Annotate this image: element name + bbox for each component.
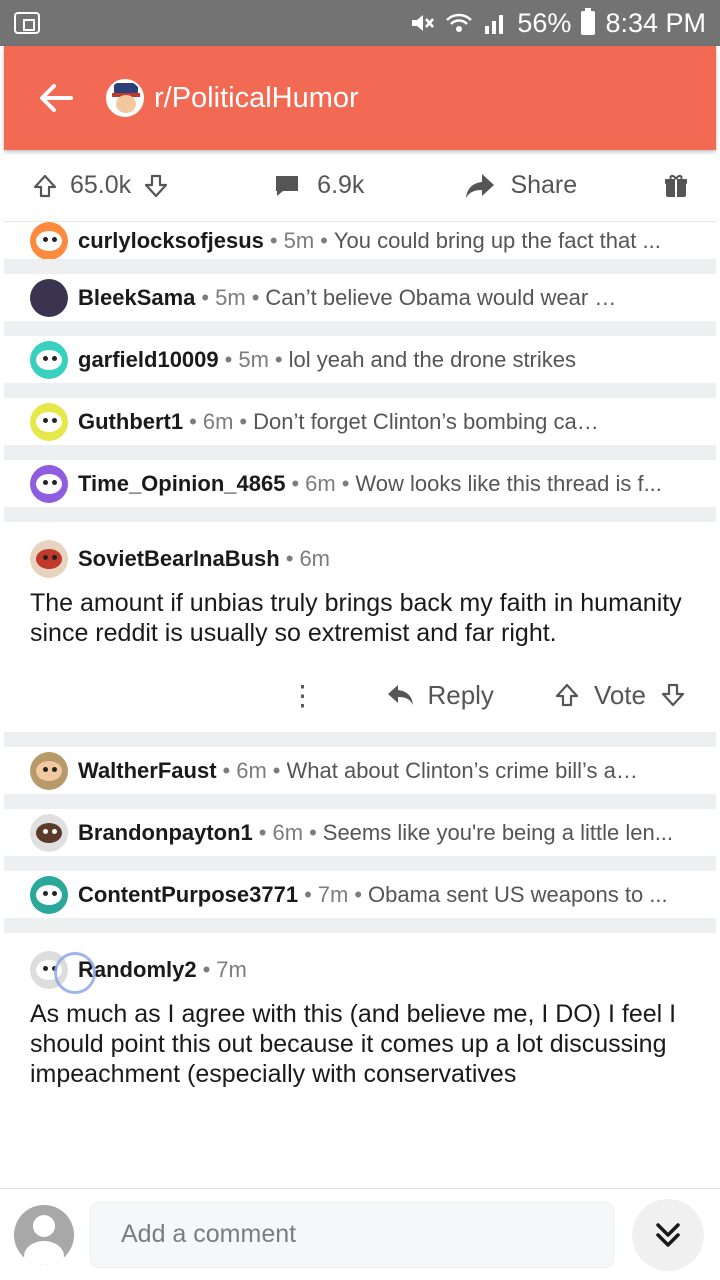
collapsed-comment[interactable]: garfield10009 • 5m • lol yeah and the dron…	[4, 336, 716, 398]
comment-username[interactable]: Guthbert1	[78, 409, 183, 435]
comment-actions: ⋮ Reply Vote	[30, 658, 690, 732]
expanded-comment: SovietBearInaBush • 6m The amount if unbi…	[4, 522, 716, 747]
comment-username[interactable]: ContentPurpose3771	[78, 882, 298, 908]
comment-age: 6m	[272, 819, 304, 845]
battery-icon	[581, 8, 596, 35]
comment-snippet: What about Clinton’s crime bill’s and ..…	[286, 757, 647, 783]
comment-username[interactable]: SovietBearInaBush	[78, 546, 280, 572]
upvote-count: 65.0k	[70, 171, 132, 199]
battery-percent: 56%	[517, 7, 572, 38]
post-vote-group: 65.0k	[32, 171, 169, 200]
comment-username[interactable]: curlylocksofjesus	[78, 228, 264, 254]
back-button[interactable]	[26, 68, 86, 128]
jump-down-icon	[656, 1222, 680, 1247]
collapsed-comment[interactable]: Time_Opinion_4865 • 6m • Wow looks like th…	[4, 460, 716, 522]
collapsed-comment[interactable]: Brandonpayton1 • 6m • Seems like you're be…	[4, 809, 716, 871]
avatar	[30, 222, 68, 259]
avatar	[30, 540, 68, 578]
gift-icon	[665, 174, 687, 197]
reply-label: Reply	[427, 679, 494, 710]
comment-snippet: Seems like you're being a little len...	[322, 819, 674, 845]
award-button[interactable]	[664, 173, 688, 199]
comment-age: 7m	[317, 881, 349, 907]
comment-snippet: Don’t forget Clinton’s bombing campaig..…	[253, 408, 614, 434]
comment-age: 5m	[283, 227, 315, 253]
comment-age: 6m	[202, 408, 234, 434]
share-icon	[466, 173, 495, 198]
comment-username[interactable]: BleekSama	[78, 285, 195, 311]
comment-age: 5m	[215, 284, 246, 310]
comment-body: The amount if unbias truly brings back m…	[30, 589, 682, 647]
collapsed-comment[interactable]: WaltherFaust • 6m • What about Clinton’s c…	[4, 747, 716, 809]
touch-indicator	[54, 952, 96, 994]
avatar	[30, 340, 68, 379]
comment-vote-group: Vote	[554, 680, 686, 711]
more-icon[interactable]: ⋮	[287, 679, 317, 712]
subreddit-avatar[interactable]	[106, 79, 144, 117]
upvote-icon[interactable]	[32, 173, 58, 199]
user-avatar[interactable]	[14, 1204, 74, 1265]
signal-icon	[485, 15, 504, 34]
comment-composer-bar: Add a comment	[0, 1188, 720, 1280]
post-action-row: 65.0k 6.9k Share	[4, 150, 716, 222]
expanded-comment: Randomly2 • 7m As much as I agree with th…	[4, 933, 716, 1089]
wifi-icon	[446, 13, 473, 32]
status-bar: 56% 8:34 PM	[0, 0, 720, 46]
clock: 8:34 PM	[605, 7, 706, 38]
comment-age: 5m	[238, 346, 269, 372]
avatar	[30, 875, 68, 914]
back-arrow-icon	[40, 84, 73, 112]
upvote-icon[interactable]	[554, 682, 580, 708]
comment-username[interactable]: Time_Opinion_4865	[78, 471, 285, 497]
comment-username[interactable]: garfield10009	[78, 347, 219, 373]
jump-to-next-button[interactable]	[632, 1198, 704, 1271]
comment-snippet: Obama sent US weapons to ...	[368, 881, 668, 907]
mute-icon	[412, 15, 435, 31]
avatar	[30, 751, 68, 790]
comment-username[interactable]: WaltherFaust	[78, 758, 217, 784]
avatar	[30, 402, 68, 441]
comment-age: 6m	[305, 470, 336, 496]
comments-count-button[interactable]: 6.9k	[273, 171, 364, 200]
collapsed-comment[interactable]: Guthbert1 • 6m • Don’t forget Clinton’s bo…	[4, 398, 716, 460]
collapsed-comment[interactable]: ContentPurpose3771 • 7m • Obama sent US we…	[4, 871, 716, 933]
avatar	[30, 278, 68, 317]
comment-snippet: lol yeah and the drone strikes	[288, 346, 577, 372]
screenshot-icon	[14, 12, 40, 34]
vote-label: Vote	[593, 679, 646, 710]
share-button[interactable]: Share	[464, 171, 577, 200]
comment-body: As much as I agree with this (and believ…	[30, 1000, 677, 1088]
comment-icon	[276, 175, 299, 196]
downvote-icon[interactable]	[660, 682, 686, 708]
collapsed-comment[interactable]: BleekSama • 5m • Can’t believe Obama would…	[4, 274, 716, 336]
avatar	[30, 813, 68, 852]
comment-count: 6.9k	[317, 171, 365, 199]
avatar	[30, 464, 68, 503]
comment-age: 6m	[299, 546, 330, 571]
collapsed-comment[interactable]: curlylocksofjesus • 5m • You could bring u…	[4, 222, 716, 274]
comment-age: 6m	[236, 757, 267, 783]
comment-snippet: You could bring up the fact that ...	[333, 227, 661, 253]
reply-button[interactable]: Reply	[387, 679, 494, 711]
comment-username[interactable]: Brandonpayton1	[78, 820, 253, 846]
share-label: Share	[510, 171, 578, 199]
comment-snippet: Can’t believe Obama would wear a tan ...	[265, 284, 625, 310]
subreddit-name[interactable]: r/PoliticalHumor	[154, 82, 359, 115]
comment-list: curlylocksofjesus • 5m • You could bring u…	[4, 222, 716, 1089]
add-comment-input[interactable]: Add a comment	[90, 1201, 614, 1268]
comment-snippet: Wow looks like this thread is f...	[355, 470, 662, 496]
reply-icon	[388, 685, 414, 705]
comment-age: 7m	[216, 957, 247, 982]
downvote-icon[interactable]	[143, 173, 169, 199]
app-bar: r/PoliticalHumor	[4, 46, 716, 150]
